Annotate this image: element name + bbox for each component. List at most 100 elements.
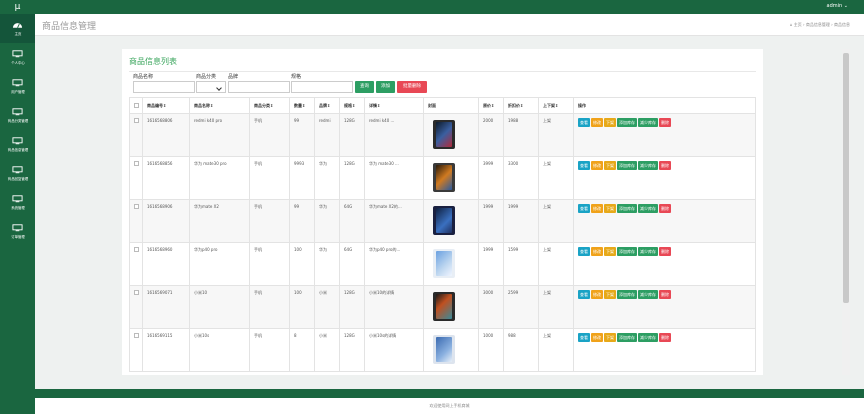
column-header[interactable]: 品牌⇕: [314, 97, 340, 114]
delete-button[interactable]: 删除: [659, 161, 671, 170]
column-header[interactable]: 商品名称⇕: [189, 97, 250, 114]
row-select-cell[interactable]: [129, 328, 143, 372]
user-menu[interactable]: admin ⌄: [827, 3, 848, 9]
delete-button[interactable]: 删除: [659, 290, 671, 299]
delete-button[interactable]: 删除: [659, 333, 671, 342]
sidebar-item-orders[interactable]: 订单管理: [0, 217, 35, 246]
top-bar: μ admin ⌄: [0, 0, 864, 14]
product-cover-image[interactable]: [433, 249, 455, 278]
edit-button[interactable]: 修改: [591, 161, 603, 170]
edit-button[interactable]: 修改: [591, 333, 603, 342]
add-stock-button[interactable]: 添加库存: [617, 247, 637, 256]
reduce-stock-button[interactable]: 减少库存: [638, 204, 658, 213]
sidebar-item-profile[interactable]: 个人中心: [0, 43, 35, 72]
add-stock-button[interactable]: 添加库存: [617, 161, 637, 170]
reduce-stock-button[interactable]: 减少库存: [638, 290, 658, 299]
app-logo[interactable]: μ: [0, 0, 35, 14]
column-header[interactable]: 折扣价⇕: [503, 97, 539, 114]
add-stock-button[interactable]: 添加库存: [617, 118, 637, 127]
row-checkbox[interactable]: [134, 161, 139, 166]
delete-button[interactable]: 删除: [659, 118, 671, 127]
name-filter-input[interactable]: [133, 81, 195, 93]
product-cover-image[interactable]: [433, 206, 455, 235]
view-button[interactable]: 查看: [578, 290, 590, 299]
reduce-stock-button[interactable]: 减少库存: [638, 118, 658, 127]
edit-button[interactable]: 修改: [591, 204, 603, 213]
row-select-cell[interactable]: [129, 242, 143, 286]
cell-detail: 华为 mate30 ...: [364, 156, 424, 200]
column-header[interactable]: 商品分类⇕: [249, 97, 290, 114]
sidebar-item-category[interactable]: 商品分类管理: [0, 101, 35, 130]
add-stock-button[interactable]: 添加库存: [617, 290, 637, 299]
search-button[interactable]: 查询: [355, 81, 374, 93]
offshelf-button[interactable]: 下架: [604, 118, 616, 127]
scrollbar-thumb[interactable]: [843, 53, 849, 303]
row-select-cell[interactable]: [129, 113, 143, 157]
category-filter-select[interactable]: [196, 81, 226, 93]
sidebar-item-system[interactable]: 系统管理: [0, 188, 35, 217]
offshelf-button[interactable]: 下架: [604, 204, 616, 213]
sidebar-item-users[interactable]: 用户管理: [0, 72, 35, 101]
reduce-stock-button[interactable]: 减少库存: [638, 333, 658, 342]
table-row: 1616568906 华为mate X2 手机 99 华为 64G 华为mate X2的..…: [129, 199, 756, 243]
edit-button[interactable]: 修改: [591, 247, 603, 256]
column-header[interactable]: 详情⇕: [364, 97, 424, 114]
view-button[interactable]: 查看: [578, 333, 590, 342]
cell-cat: 手机: [249, 156, 290, 200]
add-stock-button[interactable]: 添加库存: [617, 204, 637, 213]
delete-button[interactable]: 删除: [659, 247, 671, 256]
row-checkbox[interactable]: [134, 247, 139, 252]
table-header-row: 商品编号⇕ 商品名称⇕ 商品分类⇕ 数量⇕ 品牌⇕ 规格⇕ 详情⇕ 封面 原价⇕…: [129, 97, 756, 114]
column-header[interactable]: 数量⇕: [289, 97, 315, 114]
row-checkbox[interactable]: [134, 204, 139, 209]
add-stock-button[interactable]: 添加库存: [617, 333, 637, 342]
product-cover-image[interactable]: [433, 163, 455, 192]
spec-filter-input[interactable]: [291, 81, 353, 93]
cell-brand: 小米: [314, 285, 340, 329]
select-all-checkbox[interactable]: [134, 102, 139, 108]
view-button[interactable]: 查看: [578, 118, 590, 127]
column-header[interactable]: 上下架⇕: [538, 97, 574, 114]
select-all-cell[interactable]: [129, 97, 143, 114]
name-filter-label: 商品名称: [133, 74, 154, 80]
brand-filter-input[interactable]: [228, 81, 290, 93]
row-checkbox[interactable]: [134, 290, 139, 295]
view-button[interactable]: 查看: [578, 204, 590, 213]
table-row: 1616569115 小米10s 手机 8 小米 128G 小米10s的详情 1000 988 上…: [129, 328, 756, 372]
edit-button[interactable]: 修改: [591, 118, 603, 127]
row-select-cell[interactable]: [129, 156, 143, 200]
column-header[interactable]: 规格⇕: [339, 97, 365, 114]
breadcrumb[interactable]: ⌂ 主页 › 商品信息管理 › 商品信息: [790, 22, 850, 28]
column-header[interactable]: 原价⇕: [478, 97, 504, 114]
delete-button[interactable]: 删除: [659, 204, 671, 213]
row-checkbox[interactable]: [134, 118, 139, 123]
divider: [129, 71, 756, 72]
vertical-scrollbar[interactable]: [842, 49, 850, 375]
row-checkbox[interactable]: [134, 333, 139, 338]
product-cover-image[interactable]: [433, 335, 455, 364]
reduce-stock-button[interactable]: 减少库存: [638, 247, 658, 256]
offshelf-button[interactable]: 下架: [604, 333, 616, 342]
cover-cell: [423, 242, 479, 286]
offshelf-button[interactable]: 下架: [604, 247, 616, 256]
sidebar-item-product-info[interactable]: 商品信息管理: [0, 130, 35, 159]
row-select-cell[interactable]: [129, 285, 143, 329]
view-button[interactable]: 查看: [578, 161, 590, 170]
batch-delete-button[interactable]: 批量删除: [397, 81, 427, 93]
offshelf-button[interactable]: 下架: [604, 161, 616, 170]
cover-cell: [423, 199, 479, 243]
row-select-cell[interactable]: [129, 199, 143, 243]
reduce-stock-button[interactable]: 减少库存: [638, 161, 658, 170]
product-cover-image[interactable]: [433, 292, 455, 321]
column-header[interactable]: 商品编号⇕: [142, 97, 190, 114]
add-button[interactable]: 添加: [376, 81, 395, 93]
sidebar-item-home[interactable]: 主页: [0, 14, 35, 43]
table-row: 1616569071 小米10 手机 100 小米 128G 小米10的详情 3000 2599…: [129, 285, 756, 329]
offshelf-button[interactable]: 下架: [604, 290, 616, 299]
product-cover-image[interactable]: [433, 120, 455, 149]
sidebar-item-replies[interactable]: 商品回复管理: [0, 159, 35, 188]
view-button[interactable]: 查看: [578, 247, 590, 256]
edit-button[interactable]: 修改: [591, 290, 603, 299]
cell-detail: redmi k40 ...: [364, 113, 424, 157]
cell-discount: 3300: [503, 156, 539, 200]
